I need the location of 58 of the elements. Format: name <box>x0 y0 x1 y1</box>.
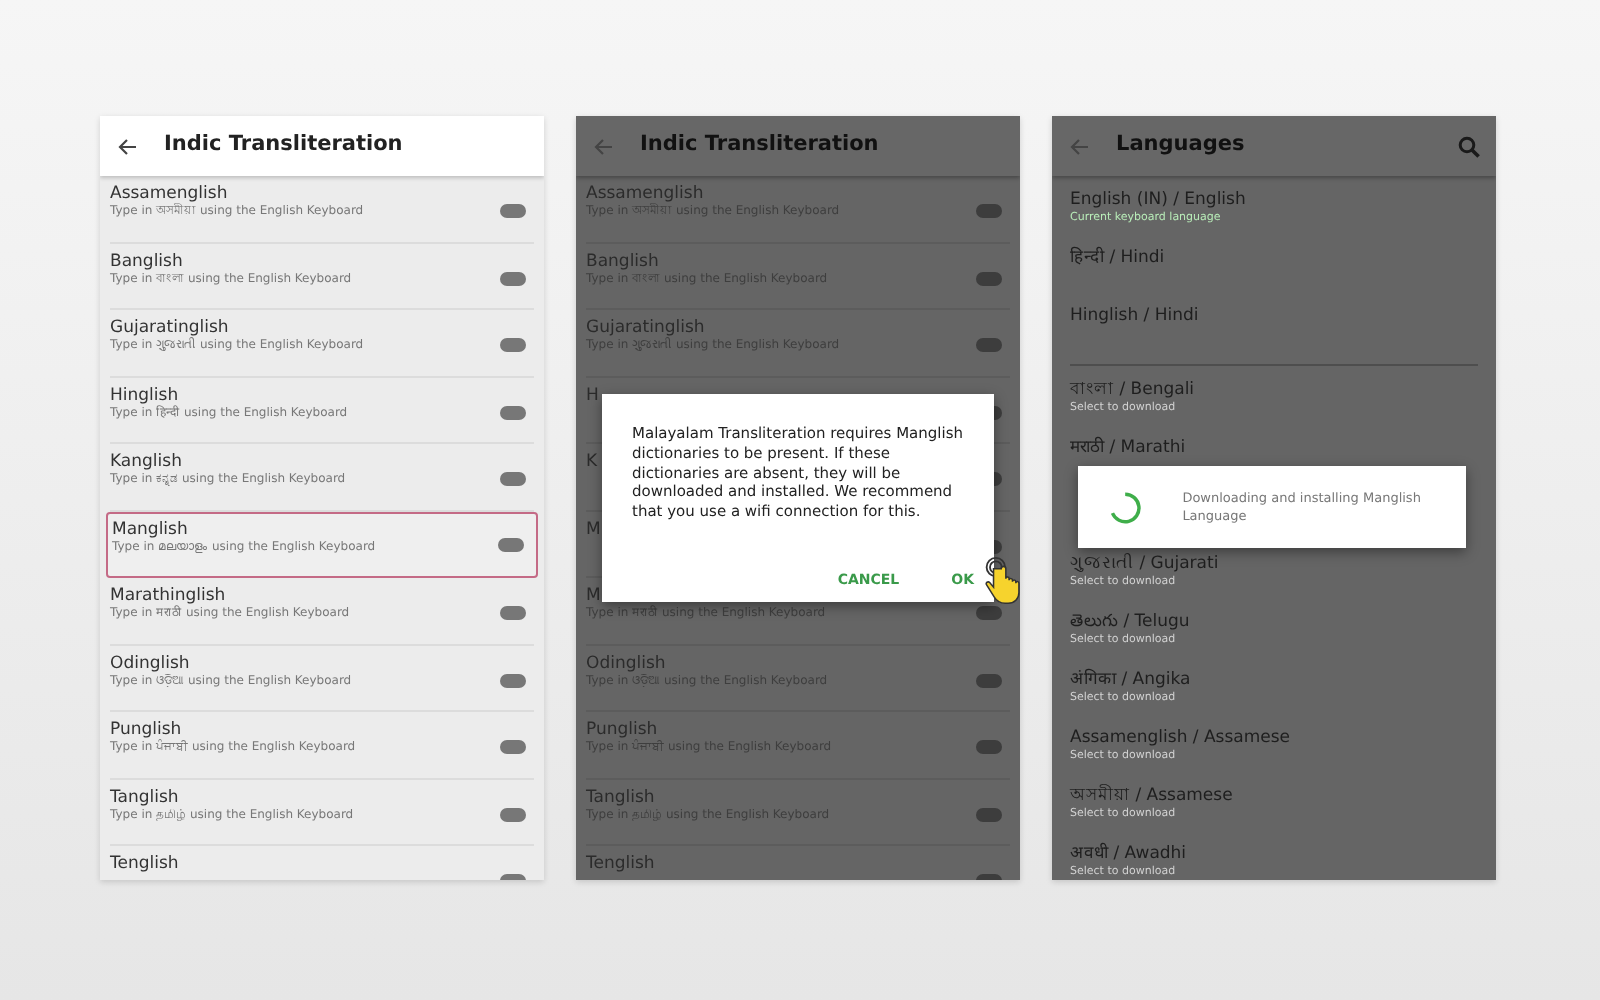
language-name[interactable]: ગુજરાતી / Gujarati <box>1070 554 1219 576</box>
item-title: H <box>586 385 599 406</box>
item-title: Tanglish <box>110 787 179 808</box>
toggle-switch[interactable] <box>976 740 1002 754</box>
toggle-switch[interactable] <box>976 673 1002 687</box>
toggle-switch[interactable] <box>500 405 526 419</box>
language-name[interactable]: অসমীয়া / Assamese <box>1070 786 1233 808</box>
language-name[interactable]: తెలుగు / Telugu <box>1070 612 1190 634</box>
toggle-switch[interactable] <box>976 606 1002 620</box>
toggle-switch[interactable] <box>500 807 526 821</box>
toggle-switch[interactable] <box>976 338 1002 352</box>
language-name[interactable]: Hinglish / Hindi <box>1070 306 1199 328</box>
language-name[interactable]: বাংলা / Bengali <box>1070 380 1195 402</box>
item-title: Hinglish <box>110 385 179 405</box>
item-title: Kanglish <box>110 452 182 473</box>
screen-title: Indic Transliteration <box>164 130 405 161</box>
toggle-switch[interactable] <box>500 673 526 687</box>
language-name[interactable]: English (IN) / English <box>1070 190 1246 212</box>
item-title: Gujaratinglish <box>586 318 705 338</box>
item-title: Punglish <box>110 720 182 740</box>
item-title: Assamenglish <box>110 184 228 204</box>
item-title: M <box>586 519 601 540</box>
loading-spinner-icon <box>1108 487 1143 527</box>
item-title: Assamenglish <box>586 184 704 204</box>
language-name[interactable]: अवधी / Awadhi <box>1070 844 1187 866</box>
item-title: Gujaratinglish <box>110 318 229 338</box>
toggle-switch[interactable] <box>500 271 526 285</box>
toggle-switch[interactable] <box>500 740 526 754</box>
list-item[interactable]: Tenglish <box>110 846 534 880</box>
language-name[interactable]: Assamenglish / Assamese <box>1070 728 1291 750</box>
item-title: Marathinglish <box>110 586 226 606</box>
toggle-switch[interactable] <box>500 606 526 620</box>
item-title: M <box>586 586 601 607</box>
list-item[interactable]: Tenglish <box>586 846 1010 880</box>
item-title: Odinglish <box>110 653 190 674</box>
screen-title: Indic Transliteration <box>640 130 881 161</box>
toggle-switch[interactable] <box>500 204 526 218</box>
toggle-switch[interactable] <box>976 204 1002 218</box>
language-name[interactable]: हिन्दी / Hindi <box>1070 248 1165 270</box>
toggle-switch[interactable] <box>976 271 1002 285</box>
search-icon[interactable] <box>1458 135 1480 157</box>
item-title: Banglish <box>110 251 183 272</box>
toggle-switch[interactable] <box>976 807 1002 821</box>
language-name[interactable]: अंगिका / Angika <box>1070 670 1191 692</box>
item-title: Punglish <box>586 720 658 740</box>
item-title: Tanglish <box>586 787 655 808</box>
back-arrow-icon[interactable] <box>118 137 138 155</box>
item-title: Manglish <box>112 519 188 540</box>
item-title: Banglish <box>586 251 659 272</box>
item-title: Tenglish <box>586 854 655 875</box>
toggle-switch[interactable] <box>500 472 526 486</box>
language-name[interactable]: मराठी / Marathi <box>1070 438 1186 460</box>
item-title: Tenglish <box>110 854 179 875</box>
screen-title: Languages <box>1116 130 1247 161</box>
item-title: K <box>586 452 598 473</box>
toggle-switch[interactable] <box>498 537 524 551</box>
item-title: Odinglish <box>586 653 666 674</box>
toggle-switch[interactable] <box>500 338 526 352</box>
